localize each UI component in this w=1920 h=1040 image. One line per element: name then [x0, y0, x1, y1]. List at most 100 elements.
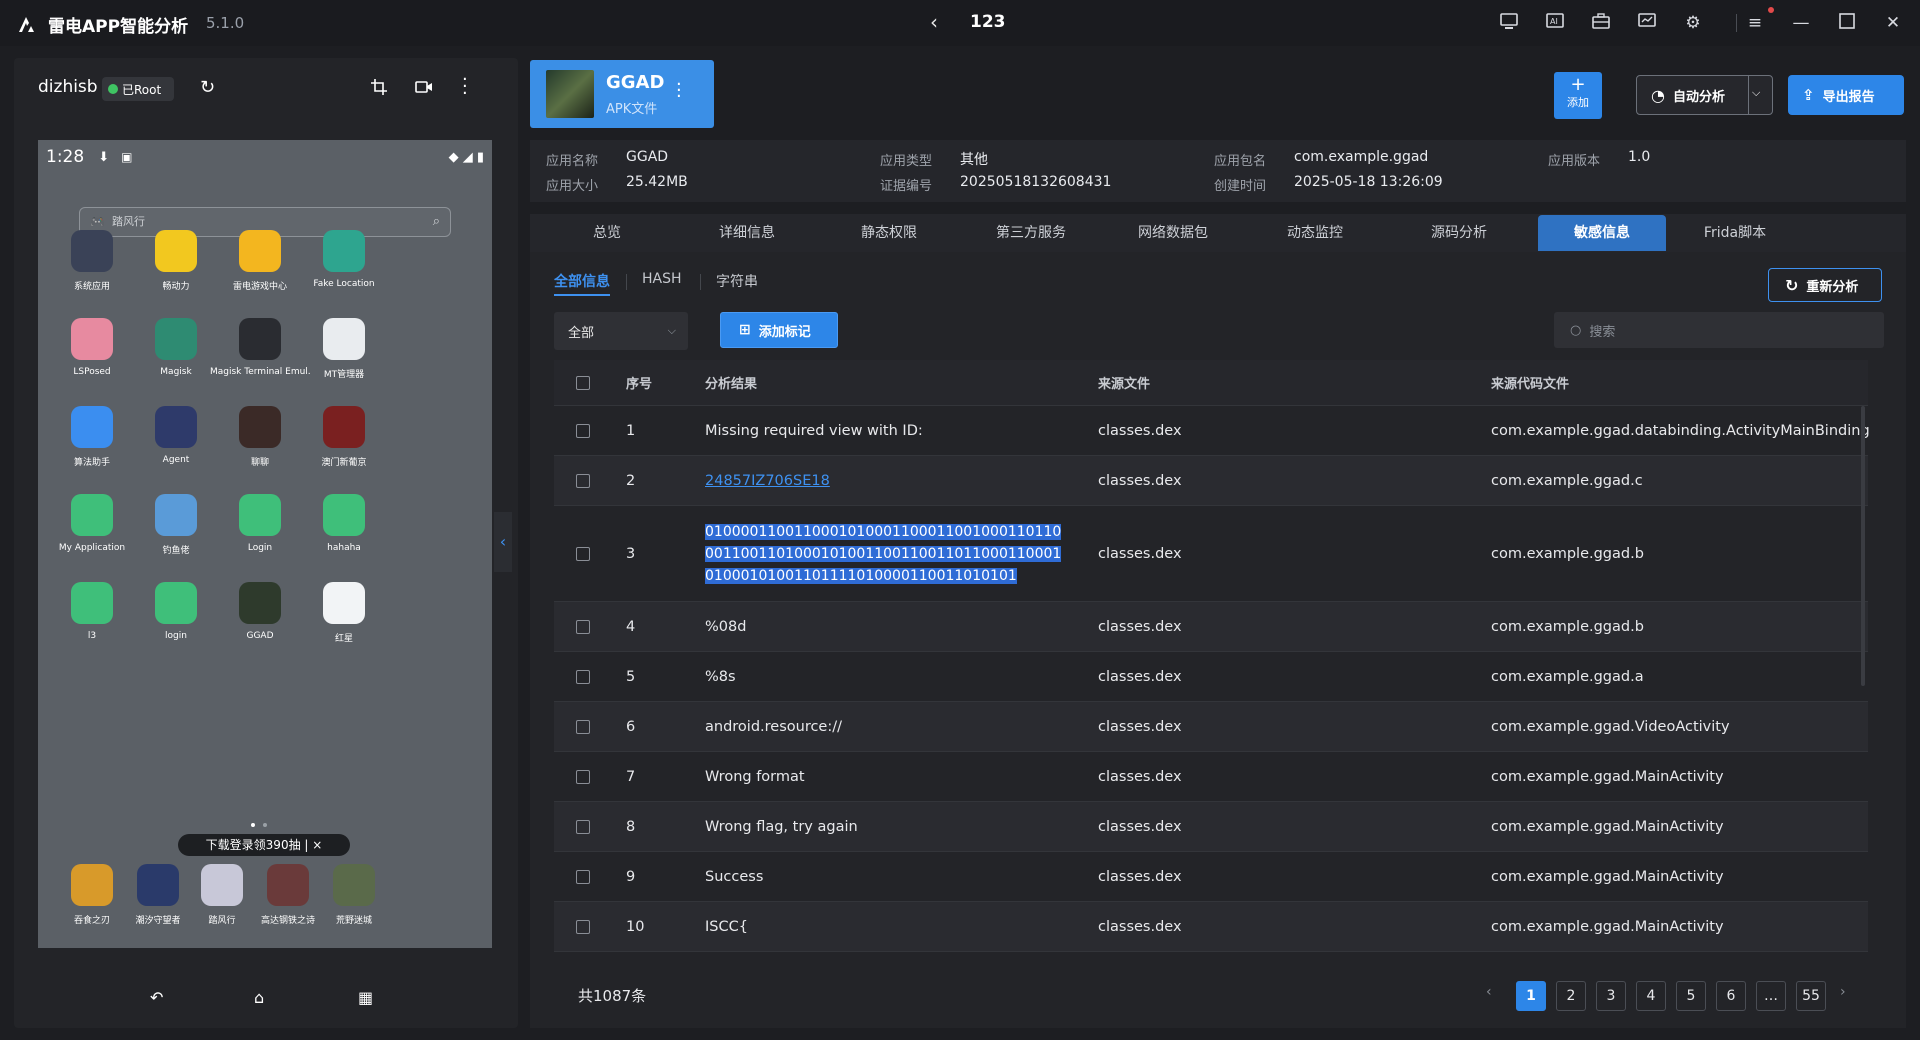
crop-icon[interactable] — [370, 78, 388, 100]
cell-src: classes.dex — [1098, 618, 1182, 635]
page-button[interactable]: 3 — [1596, 981, 1626, 1011]
page-button[interactable]: 6 — [1716, 981, 1746, 1011]
toolbox-icon[interactable] — [1590, 12, 1612, 34]
tab-item[interactable]: 总览 — [546, 215, 668, 251]
app-label: Fake Location — [313, 279, 375, 289]
app-glyph-icon — [71, 582, 113, 624]
table-row[interactable]: 10 ISCC{classes.dex com.example.ggad.MainA… — [554, 902, 1868, 952]
app-icon[interactable]: Fake Location — [294, 230, 394, 289]
settings-icon[interactable]: ⚙ — [1682, 12, 1704, 34]
cell-result: Wrong format — [705, 768, 805, 785]
row-checkbox[interactable] — [576, 869, 590, 884]
cell-no: 1 — [626, 422, 636, 439]
more-vertical-icon[interactable]: · · · — [462, 71, 468, 103]
tab-item[interactable]: 详细信息 — [686, 215, 808, 251]
home-key-icon[interactable]: ⌂ — [254, 988, 264, 1007]
screen-cast-icon[interactable] — [1498, 12, 1520, 34]
back-chevron-icon[interactable]: ‹ — [930, 10, 938, 34]
next-page-icon[interactable]: › — [1840, 984, 1846, 1000]
cell-src: classes.dex — [1098, 545, 1182, 562]
page-button[interactable]: 5 — [1676, 981, 1706, 1011]
select-all-checkbox[interactable] — [576, 375, 590, 390]
record-icon[interactable] — [414, 78, 434, 100]
table-row[interactable]: 4 %08d classes.dex com.example.ggad.b — [554, 602, 1868, 652]
page-button[interactable]: 4 — [1636, 981, 1666, 1011]
subtab-strings[interactable]: 字符串 — [716, 271, 758, 291]
dock-app-icon[interactable]: 荒野迷城 — [304, 864, 404, 926]
tab-item[interactable]: 网络数据包 — [1112, 215, 1234, 251]
prev-page-icon[interactable]: ‹ — [1486, 984, 1492, 1000]
selected-result-text[interactable]: 0100001100110001010001100011001000110110… — [705, 523, 1062, 584]
page-button[interactable]: 55 — [1796, 981, 1826, 1011]
filter-select[interactable]: 全部 ⌵ — [554, 312, 688, 350]
app-icon[interactable]: MT管理器 — [294, 318, 394, 380]
close-icon[interactable]: ✕ — [1882, 12, 1904, 34]
row-checkbox[interactable] — [576, 719, 590, 734]
monitor-icon[interactable] — [1636, 12, 1658, 34]
cell-no: 7 — [626, 768, 636, 785]
subtab-hash[interactable]: HASH — [642, 271, 682, 287]
notification-icon: ▣ — [121, 150, 133, 164]
collapse-panel-icon[interactable]: ‹ — [494, 512, 512, 572]
plus-icon: + — [1570, 74, 1586, 95]
download-icon: ⬇ — [98, 149, 110, 165]
cell-result: %08d — [705, 618, 747, 635]
refresh-icon: ↻ — [1785, 275, 1799, 295]
info-key: 应用包名 — [1214, 154, 1267, 169]
tab-item[interactable]: 敏感信息 — [1538, 215, 1666, 251]
row-checkbox[interactable] — [576, 819, 590, 834]
tab-item[interactable]: 动态监控 — [1254, 215, 1376, 251]
table-row[interactable]: 5 %8s classes.dex com.example.ggad.a — [554, 652, 1868, 702]
page-button[interactable]: 1 — [1516, 981, 1546, 1011]
row-checkbox[interactable] — [576, 669, 590, 684]
tab-item[interactable]: Frida脚本 — [1674, 215, 1796, 251]
add-button[interactable]: + 添加 — [1554, 72, 1602, 119]
tab-item[interactable]: 静态权限 — [828, 215, 950, 251]
app-card-menu-icon[interactable]: · · · — [676, 76, 682, 106]
add-mark-button[interactable]: ⊞ 添加标记 — [720, 312, 838, 348]
table-scrollbar[interactable] — [1861, 406, 1865, 686]
tab-item[interactable]: 第三方服务 — [970, 215, 1092, 251]
auto-dropdown-chevron-icon[interactable]: ⌵ — [1752, 86, 1760, 100]
app-icon[interactable]: hahaha — [294, 494, 394, 553]
table-row[interactable]: 2 24857IZ706SE18 classes.dex com.example.gg… — [554, 456, 1868, 506]
row-checkbox[interactable] — [576, 423, 590, 438]
app-icon[interactable]: 澳门新葡京 — [294, 406, 394, 468]
back-key-icon[interactable]: ↶ — [150, 988, 163, 1007]
row-checkbox[interactable] — [576, 919, 590, 934]
page-button[interactable]: … — [1756, 981, 1786, 1011]
result-link[interactable]: 24857IZ706SE18 — [705, 473, 830, 489]
row-checkbox[interactable] — [576, 546, 590, 561]
page-button[interactable]: 2 — [1556, 981, 1586, 1011]
subtab-all[interactable]: 全部信息 — [554, 271, 610, 291]
refresh-icon[interactable]: ↻ — [200, 77, 215, 98]
cell-src: classes.dex — [1098, 668, 1182, 685]
row-checkbox[interactable] — [576, 769, 590, 784]
promo-banner[interactable]: 下载登录领390抽 | × — [178, 834, 350, 856]
app-glyph-icon — [155, 406, 197, 448]
ai-icon[interactable]: AI — [1544, 12, 1566, 34]
export-report-button[interactable]: ⇪ 导出报告 — [1788, 75, 1904, 115]
app-label: 红星 — [334, 634, 353, 644]
recents-key-icon[interactable]: ▦ — [358, 988, 373, 1007]
menu-icon[interactable]: ≡ — [1744, 12, 1766, 34]
search-input[interactable]: ○ 搜索 — [1554, 312, 1884, 348]
add-label: 添加 — [1567, 96, 1589, 109]
table-row[interactable]: 6 android.resource:// classes.dex com.examp… — [554, 702, 1868, 752]
tab-item[interactable]: 源码分析 — [1398, 215, 1520, 251]
search-icon: ⌕ — [432, 214, 440, 229]
table-row[interactable]: 8 Wrong flag, try again classes.dex com.exa… — [554, 802, 1868, 852]
row-checkbox[interactable] — [576, 473, 590, 488]
reanalyze-label: 重新分析 — [1806, 279, 1859, 295]
minimize-icon[interactable]: — — [1790, 12, 1812, 34]
table-row[interactable]: 1 Missing required view with ID: classes.d… — [554, 406, 1870, 456]
bookmark-add-icon: ⊞ — [739, 322, 751, 338]
row-checkbox[interactable] — [576, 619, 590, 634]
app-icon[interactable]: 红星 — [294, 582, 394, 644]
phone-screen[interactable]: 1:28 ⬇ ▣ ◆ ◢ ▮ 🎮 踏风行 ⌕ 下载登录领390抽 | × 系统应… — [38, 140, 492, 948]
reanalyze-button[interactable]: ↻ 重新分析 — [1768, 268, 1882, 302]
table-row[interactable]: 7 Wrong format classes.dex com.example.ggad… — [554, 752, 1868, 802]
table-row[interactable]: 9 Success classes.dex com.example.ggad.Main… — [554, 852, 1868, 902]
table-row[interactable]: 3 010000110011000101000110001100100011011… — [554, 506, 1868, 602]
maximize-icon[interactable] — [1836, 12, 1858, 34]
